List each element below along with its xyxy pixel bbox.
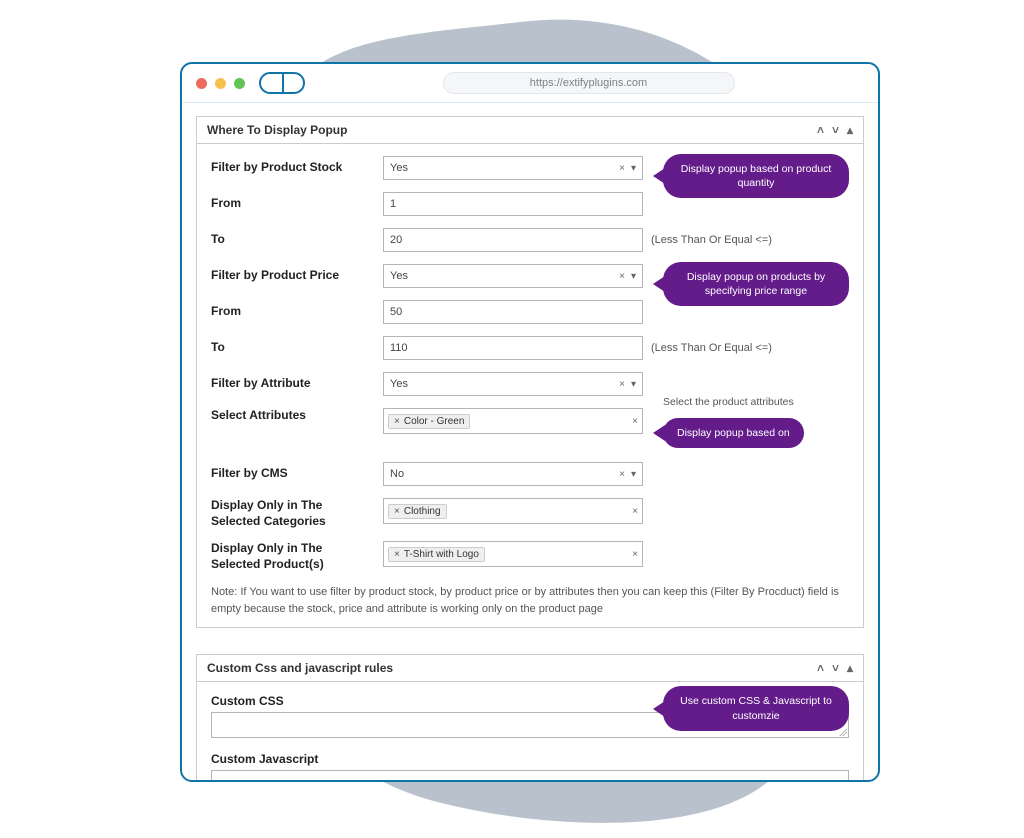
select-cms-filter-value: No: [390, 468, 613, 480]
clear-icon[interactable]: ×: [619, 163, 625, 174]
tooltip-stock-quantity: Display popup based on product quantity: [663, 154, 849, 198]
panel-display-popup-title: Where To Display Popup: [207, 123, 347, 137]
chevron-down-icon[interactable]: ▾: [631, 469, 636, 480]
row-cms-filter: Filter by CMS No × ▾: [211, 462, 849, 486]
window-body: Where To Display Popup ˄ ˅ ▴ Filter by P…: [182, 102, 878, 780]
tag-attribute-label: Color - Green: [404, 416, 465, 427]
input-stock-to-value: 20: [390, 234, 636, 246]
tag-attribute: × Color - Green: [388, 414, 470, 429]
panel-head-actions: ˄ ˅ ▴: [817, 662, 853, 674]
address-bar[interactable]: https://extifyplugins.com: [443, 72, 735, 94]
panel-collapse-icon[interactable]: ▴: [847, 124, 853, 136]
taginput-categories[interactable]: × Clothing ×: [383, 498, 643, 524]
panel-up-icon[interactable]: ˄: [817, 124, 824, 136]
label-stock-from: From: [211, 196, 381, 212]
tag-product: × T-Shirt with Logo: [388, 547, 485, 562]
row-attr-filter: Filter by Attribute Yes × ▾: [211, 372, 849, 396]
label-categories: Display Only in The Selected Categories: [211, 498, 381, 529]
chevron-down-icon[interactable]: ▾: [631, 163, 636, 174]
input-stock-from[interactable]: 1: [383, 192, 643, 216]
panel-custom-css-js-title: Custom Css and javascript rules: [207, 661, 393, 675]
clear-icon[interactable]: ×: [619, 271, 625, 282]
row-price-filter: Filter by Product Price Yes × ▾ Display …: [211, 264, 849, 288]
label-custom-js: Custom Javascript: [211, 752, 849, 766]
tooltip-price-range: Display popup on products by specifying …: [663, 262, 849, 306]
row-categories: Display Only in The Selected Categories …: [211, 498, 849, 529]
label-products: Display Only in The Selected Product(s): [211, 541, 381, 572]
row-custom-css: Custom CSS Use custom CSS & Javascript t…: [211, 694, 849, 738]
suffix-price-to: (Less Than Or Equal <=): [645, 342, 849, 354]
title-bar: https://extifyplugins.com: [182, 64, 878, 103]
address-bar-wrap: https://extifyplugins.com: [313, 72, 864, 94]
panel-custom-css-js: Custom Css and javascript rules ˄ ˅ ▴ Cu…: [196, 654, 864, 780]
row-products: Display Only in The Selected Product(s) …: [211, 541, 849, 572]
tag-remove-icon[interactable]: ×: [394, 416, 400, 427]
tag-category: × Clothing: [388, 504, 447, 519]
window-zoom-dot[interactable]: [234, 78, 245, 89]
panel-display-popup-head: Where To Display Popup ˄ ˅ ▴: [197, 117, 863, 144]
label-stock-filter: Filter by Product Stock: [211, 160, 381, 176]
suffix-stock-to: (Less Than Or Equal <=): [645, 234, 849, 246]
chevron-down-icon[interactable]: ▾: [631, 379, 636, 390]
panel-display-popup: Where To Display Popup ˄ ˅ ▴ Filter by P…: [196, 116, 864, 628]
label-attr-select: Select Attributes: [211, 408, 381, 424]
row-stock-filter: Filter by Product Stock Yes × ▾ Display …: [211, 156, 849, 180]
traffic-lights: [196, 78, 245, 89]
select-price-filter[interactable]: Yes × ▾: [383, 264, 643, 288]
tag-product-label: T-Shirt with Logo: [404, 549, 479, 560]
panel-up-icon[interactable]: ˄: [817, 662, 824, 674]
panel-custom-css-js-head: Custom Css and javascript rules ˄ ˅ ▴: [197, 655, 863, 682]
row-custom-js: Custom Javascript: [211, 752, 849, 780]
tag-remove-icon[interactable]: ×: [394, 549, 400, 560]
panel-down-icon[interactable]: ˅: [832, 662, 839, 674]
tooltip-custom-css-js: Use custom CSS & Javascript to customzie: [663, 686, 849, 730]
taginput-attributes[interactable]: × Color - Green ×: [383, 408, 643, 434]
window-close-dot[interactable]: [196, 78, 207, 89]
label-price-to: To: [211, 340, 381, 356]
clear-icon[interactable]: ×: [619, 379, 625, 390]
panel-head-actions: ˄ ˅ ▴: [817, 124, 853, 136]
input-price-to[interactable]: 110: [383, 336, 643, 360]
browser-window: https://extifyplugins.com Where To Displ…: [180, 62, 880, 782]
select-cms-filter[interactable]: No × ▾: [383, 462, 643, 486]
window-minimize-dot[interactable]: [215, 78, 226, 89]
label-price-from: From: [211, 304, 381, 320]
input-stock-from-value: 1: [390, 198, 636, 210]
clear-icon[interactable]: ×: [632, 549, 638, 560]
hint-select-attributes: Select the product attributes: [663, 396, 794, 408]
input-price-from[interactable]: 50: [383, 300, 643, 324]
select-attr-filter[interactable]: Yes × ▾: [383, 372, 643, 396]
select-price-filter-value: Yes: [390, 270, 613, 282]
tooltip-attribute: Display popup based on: [663, 418, 804, 448]
label-stock-to: To: [211, 232, 381, 248]
clear-icon[interactable]: ×: [632, 416, 638, 427]
input-price-to-value: 110: [390, 342, 636, 354]
row-stock-to: To 20 (Less Than Or Equal <=): [211, 228, 849, 252]
note-display-popup: Note: If You want to use filter by produ…: [211, 584, 849, 617]
taginput-products[interactable]: × T-Shirt with Logo ×: [383, 541, 643, 567]
input-stock-to[interactable]: 20: [383, 228, 643, 252]
chevron-down-icon[interactable]: ▾: [631, 271, 636, 282]
label-price-filter: Filter by Product Price: [211, 268, 381, 284]
tag-category-label: Clothing: [404, 506, 441, 517]
label-cms-filter: Filter by CMS: [211, 466, 381, 482]
clear-icon[interactable]: ×: [619, 469, 625, 480]
clear-icon[interactable]: ×: [632, 506, 638, 517]
select-stock-filter-value: Yes: [390, 162, 613, 174]
input-price-from-value: 50: [390, 306, 636, 318]
select-attr-filter-value: Yes: [390, 378, 613, 390]
row-price-to: To 110 (Less Than Or Equal <=): [211, 336, 849, 360]
select-stock-filter[interactable]: Yes × ▾: [383, 156, 643, 180]
panel-down-icon[interactable]: ˅: [832, 124, 839, 136]
label-attr-filter: Filter by Attribute: [211, 376, 381, 392]
pill-icon: [259, 72, 305, 94]
tag-remove-icon[interactable]: ×: [394, 506, 400, 517]
panel-collapse-icon[interactable]: ▴: [847, 662, 853, 674]
textarea-custom-js[interactable]: [211, 770, 849, 780]
row-attr-select: Select Attributes × Color - Green × Sele: [211, 408, 849, 434]
